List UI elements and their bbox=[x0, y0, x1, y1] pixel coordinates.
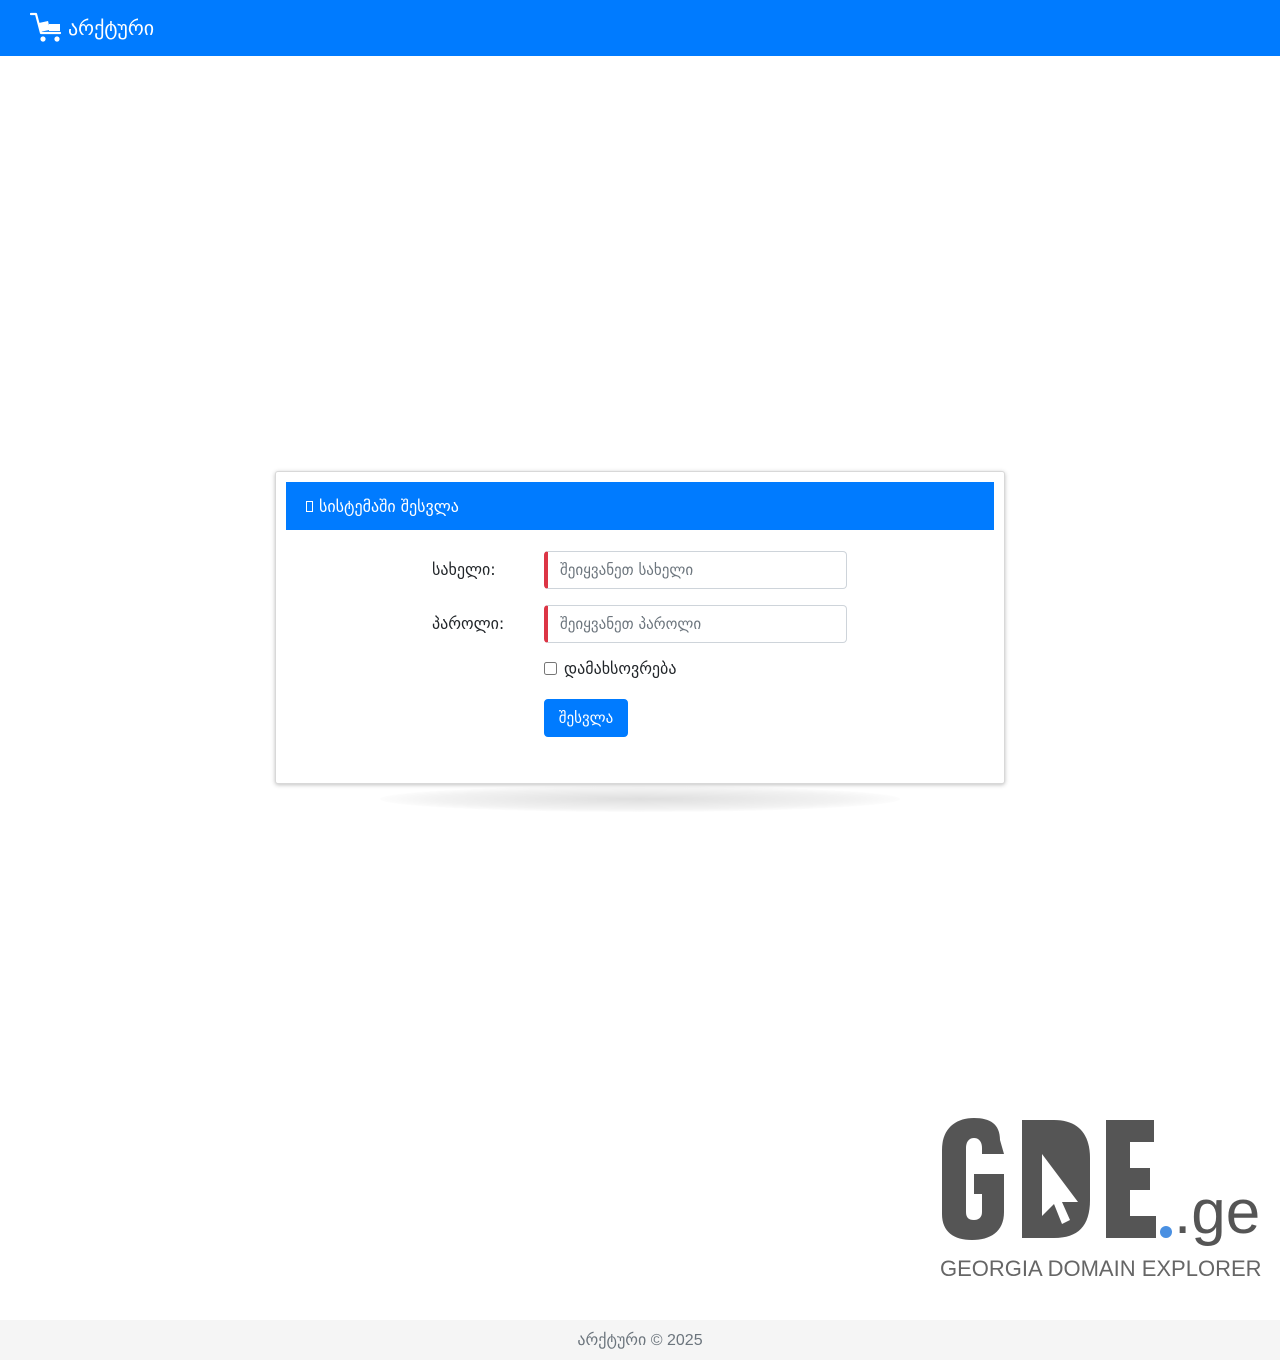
password-label: პაროლი: bbox=[432, 614, 505, 633]
login-card-header: სისტემაში შესვლა bbox=[286, 482, 994, 530]
page-footer: არქტური © 2025 bbox=[0, 1320, 1280, 1360]
username-label: სახელი: bbox=[432, 560, 496, 579]
gde-watermark-logo: .ge GEORGIA DOMAIN EXPLORER bbox=[936, 1110, 1262, 1286]
remember-me-label[interactable]: დამახსოვრება bbox=[564, 659, 676, 678]
brand-link[interactable]: არქტური bbox=[30, 12, 154, 44]
footer-copyright: არქტური © 2025 bbox=[577, 1332, 703, 1349]
brand-label: არქტური bbox=[68, 16, 155, 40]
remember-me-checkbox[interactable] bbox=[544, 662, 557, 675]
login-submit-button[interactable]: შესვლა bbox=[544, 699, 628, 737]
login-card-title: სისტემაში შესვლა bbox=[319, 496, 459, 516]
gde-logo-suffix: .ge bbox=[1174, 1178, 1261, 1247]
username-input[interactable] bbox=[544, 551, 847, 589]
sign-in-icon bbox=[306, 501, 313, 512]
gde-logo-caption: GEORGIA DOMAIN EXPLORER bbox=[940, 1256, 1262, 1281]
top-navbar: არქტური bbox=[0, 0, 1280, 56]
login-card: სისტემაში შესვლა სახელი: პაროლი: დამახსო… bbox=[275, 471, 1005, 784]
password-input[interactable] bbox=[544, 605, 847, 643]
remember-me-row: დამახსოვრება bbox=[544, 659, 676, 678]
card-shadow bbox=[380, 786, 900, 812]
cart-icon bbox=[30, 12, 64, 44]
